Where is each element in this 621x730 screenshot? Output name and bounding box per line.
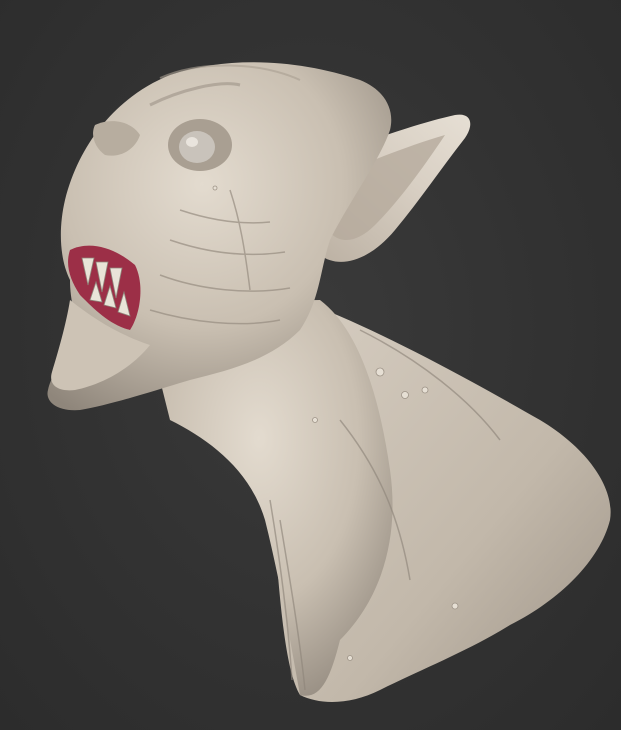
eye-highlight	[186, 137, 198, 147]
3d-viewport[interactable]	[0, 0, 621, 730]
eye	[179, 131, 215, 163]
sculpt-render[interactable]	[0, 0, 621, 730]
